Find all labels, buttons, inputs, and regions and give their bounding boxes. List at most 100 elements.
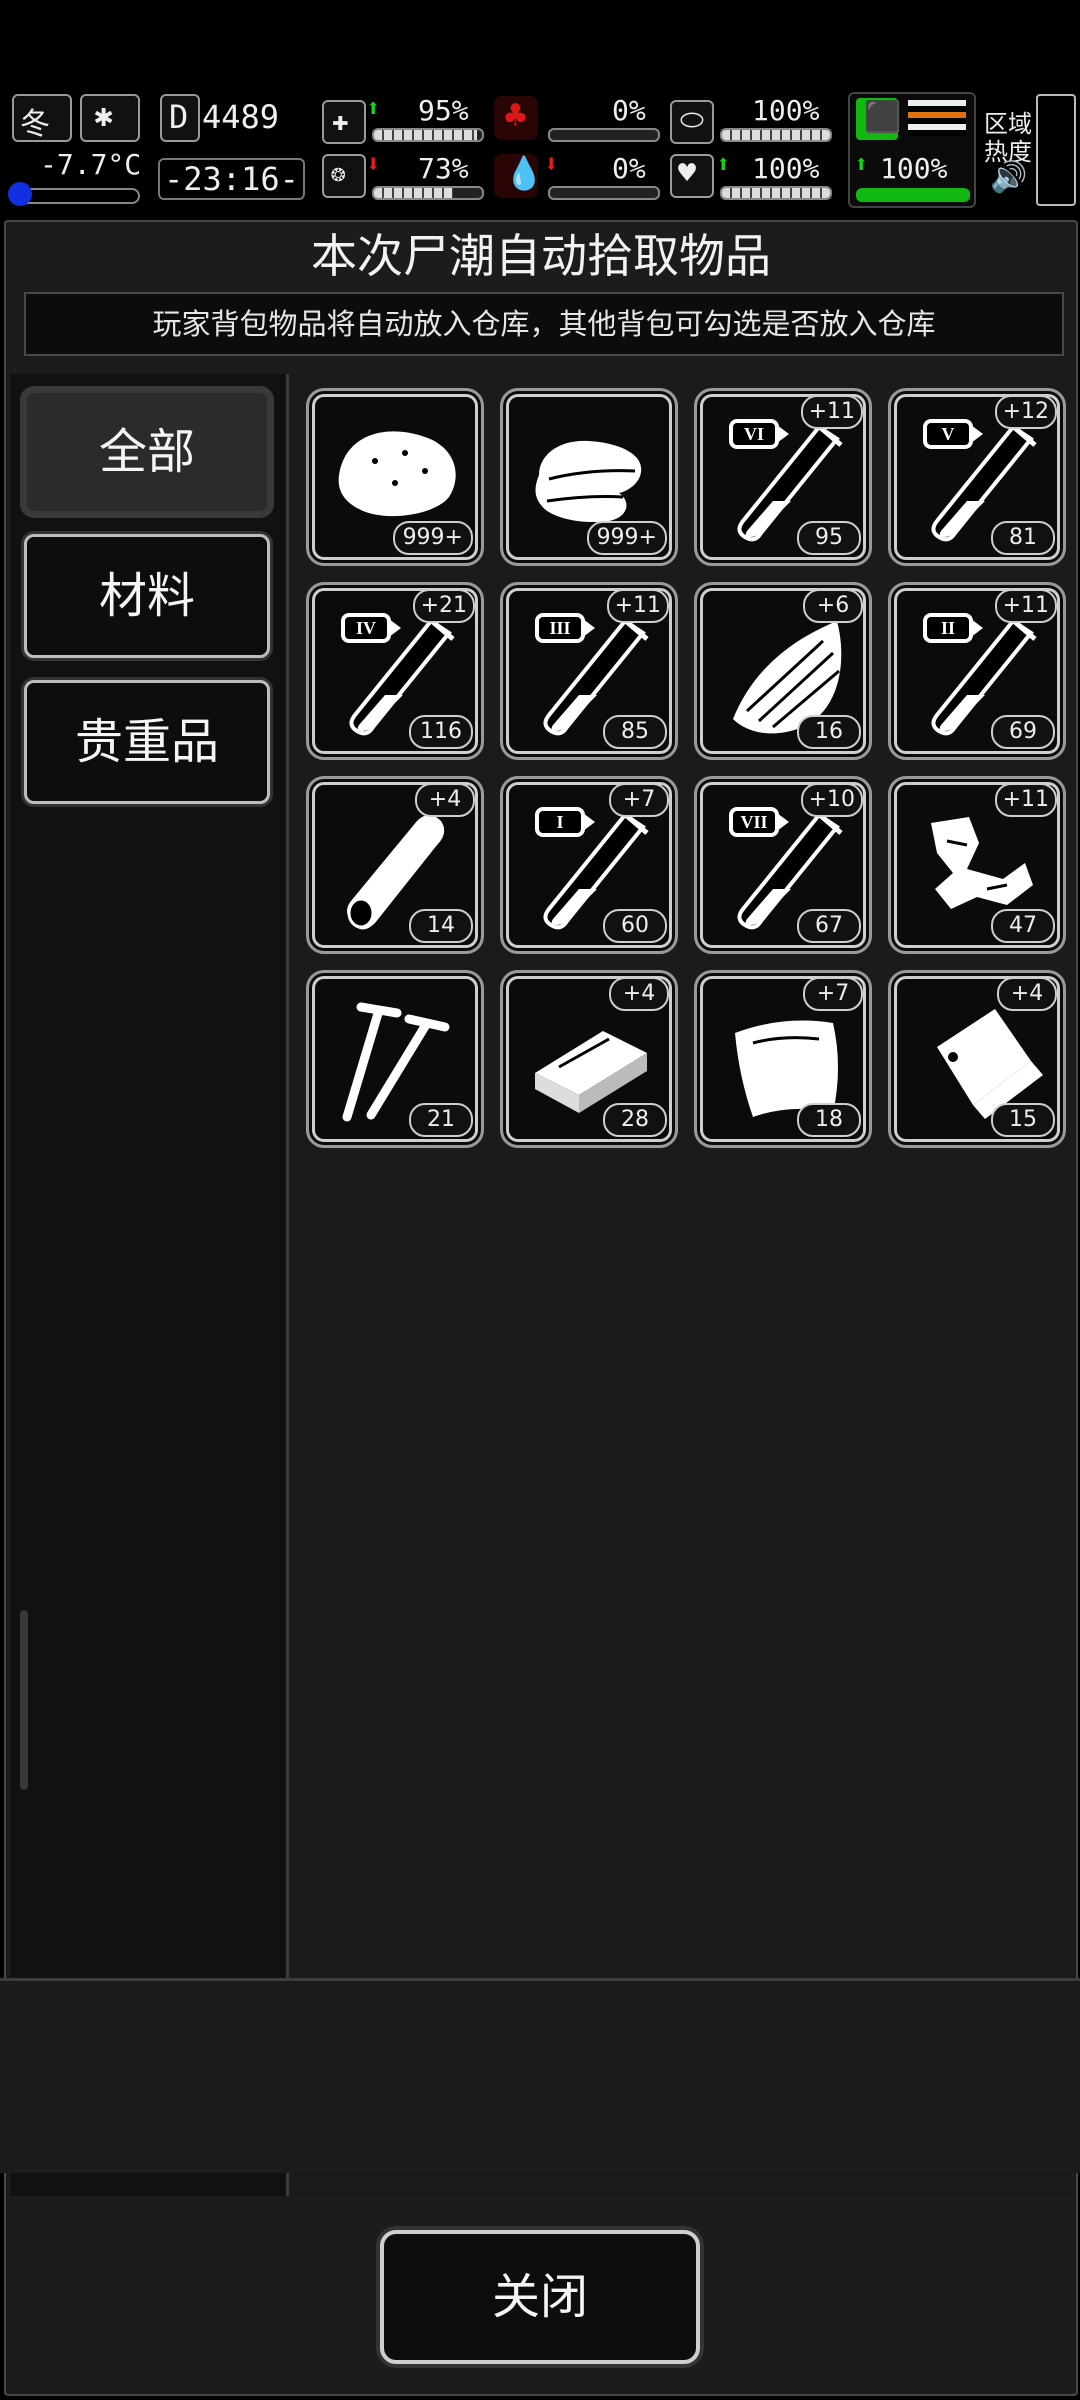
armor-percent: 100% (752, 94, 820, 127)
item-count: 15 (991, 1103, 1055, 1137)
bonus-badge: +11 (800, 395, 863, 429)
item-count: 999+ (586, 521, 667, 555)
season-indicator: 冬 (12, 94, 72, 142)
item-slot[interactable]: VII +10 67 (694, 776, 872, 954)
stamina-bar (856, 188, 970, 202)
day-counter: 4489 (202, 98, 280, 136)
tab-materials[interactable]: 材料 (24, 534, 270, 658)
item-slot[interactable]: +4 14 (306, 776, 484, 954)
roman-numeral: IV (356, 618, 376, 638)
bonus-badge: +4 (609, 977, 669, 1011)
item-count: 116 (409, 715, 473, 749)
item-slot[interactable]: 21 (306, 970, 484, 1148)
page-title: 本次尸潮自动拾取物品 (311, 229, 771, 283)
item-slot[interactable]: +11 47 (888, 776, 1066, 954)
day-letter: D (169, 98, 189, 136)
blood-drop-icon: 💧 (494, 154, 544, 198)
item-slot[interactable]: V +12 81 (888, 388, 1066, 566)
medkit-percent: 95% (418, 94, 469, 127)
boot-icon: ⬛ (856, 98, 901, 140)
stamina-arrow-up-icon: ⬆ (854, 150, 869, 178)
stamina-stripes-icon (908, 100, 966, 136)
roman-numeral: I (556, 812, 563, 832)
status-bar: 冬 ✱ -7.7°C D 4489 -23:16- ✚ ⬆ 95% ❂ ⬇ 73… (0, 88, 1080, 212)
heart-arrow-up-icon: ⬆ (716, 150, 731, 178)
sanity-arrow-down-icon: ⬇ (366, 150, 381, 178)
clock-readout: -23:16- (158, 158, 305, 200)
item-grid: 999+ 999+ VI +11 95 V +12 81 IV +21 116 III +11 85 +6 1… (292, 374, 1072, 2196)
item-count: 85 (603, 715, 667, 749)
area-heat-meter (1036, 94, 1076, 206)
sanity-percent: 73% (418, 152, 469, 185)
roman-numeral: VI (744, 424, 764, 444)
snowflake-icon: ✱ (80, 94, 140, 142)
item-slot[interactable]: 999+ (306, 388, 484, 566)
stamina-percent: 100% (880, 152, 948, 185)
heart-percent: 100% (752, 152, 820, 185)
brain-icon: ❂ (322, 154, 366, 198)
temperature-readout: -7.7°C (40, 148, 142, 181)
medkit-icon: ✚ (322, 100, 366, 144)
bonus-badge: +7 (803, 977, 863, 1011)
bonus-badge: +6 (803, 589, 863, 623)
item-count: 60 (603, 909, 667, 943)
panel-subtitle: 玩家背包物品将自动放入仓库，其他背包可勾选是否放入仓库 (24, 292, 1064, 356)
blood-bar (548, 186, 660, 200)
close-button[interactable]: 关闭 (380, 2230, 700, 2364)
heart-icon: ♥ (670, 154, 714, 198)
item-count: 999+ (392, 521, 473, 555)
medkit-bar (372, 128, 484, 142)
roman-numeral: III (549, 618, 570, 638)
bonus-badge: +21 (412, 589, 475, 623)
item-slot[interactable]: +4 28 (500, 970, 678, 1148)
item-count: 69 (991, 715, 1055, 749)
heart-bar (720, 186, 832, 200)
item-count: 95 (797, 521, 861, 555)
day-box: D (160, 94, 200, 142)
item-count: 18 (797, 1103, 861, 1137)
blood-arrow-down-icon: ⬇ (544, 150, 559, 178)
speaker-icon[interactable]: 🔊 (990, 160, 1027, 195)
tab-valuables[interactable]: 贵重品 (24, 680, 270, 804)
item-slot[interactable]: +7 18 (694, 970, 872, 1148)
item-slot[interactable]: I +7 60 (500, 776, 678, 954)
item-count: 21 (409, 1103, 473, 1137)
item-slot[interactable]: IV +21 116 (306, 582, 484, 760)
item-slot[interactable]: 999+ (500, 388, 678, 566)
close-button-label: 关闭 (491, 2269, 588, 2325)
tab-label: 材料 (98, 568, 195, 624)
item-count: 81 (991, 521, 1055, 555)
stomach-bar (548, 128, 660, 142)
item-slot[interactable]: VI +11 95 (694, 388, 872, 566)
season-label: 冬 (20, 107, 50, 142)
stomach-icon: ♣ (494, 96, 538, 140)
temperature-dot-icon (8, 182, 32, 206)
item-slot[interactable]: III +11 85 (500, 582, 678, 760)
roman-numeral: VII (740, 812, 767, 832)
item-slot[interactable]: +6 16 (694, 582, 872, 760)
item-slot[interactable]: II +11 69 (888, 582, 1066, 760)
tab-label: 贵重品 (74, 714, 219, 770)
bonus-badge: +10 (800, 783, 863, 817)
tab-label: 全部 (98, 424, 195, 480)
bonus-badge: +11 (994, 783, 1057, 817)
item-count: 28 (603, 1103, 667, 1137)
roman-numeral: II (941, 618, 955, 638)
item-slot[interactable]: +4 15 (888, 970, 1066, 1148)
item-count: 16 (797, 715, 861, 749)
bonus-badge: +7 (609, 783, 669, 817)
bonus-badge: +4 (415, 783, 475, 817)
blood-percent: 0% (612, 152, 646, 185)
bonus-badge: +4 (997, 977, 1057, 1011)
item-count: 47 (991, 909, 1055, 943)
bonus-badge: +11 (994, 589, 1057, 623)
footer-bar (0, 1978, 1080, 2173)
item-count: 67 (797, 909, 861, 943)
tab-all[interactable]: 全部 (24, 390, 270, 514)
medkit-arrow-up-icon: ⬆ (366, 94, 381, 122)
category-sidebar: 全部 材料 贵重品 (10, 374, 289, 2196)
sidebar-scrollbar[interactable] (20, 1610, 28, 1790)
item-count: 14 (409, 909, 473, 943)
shield-icon: ⬭ (670, 100, 714, 144)
sanity-bar (372, 186, 484, 200)
